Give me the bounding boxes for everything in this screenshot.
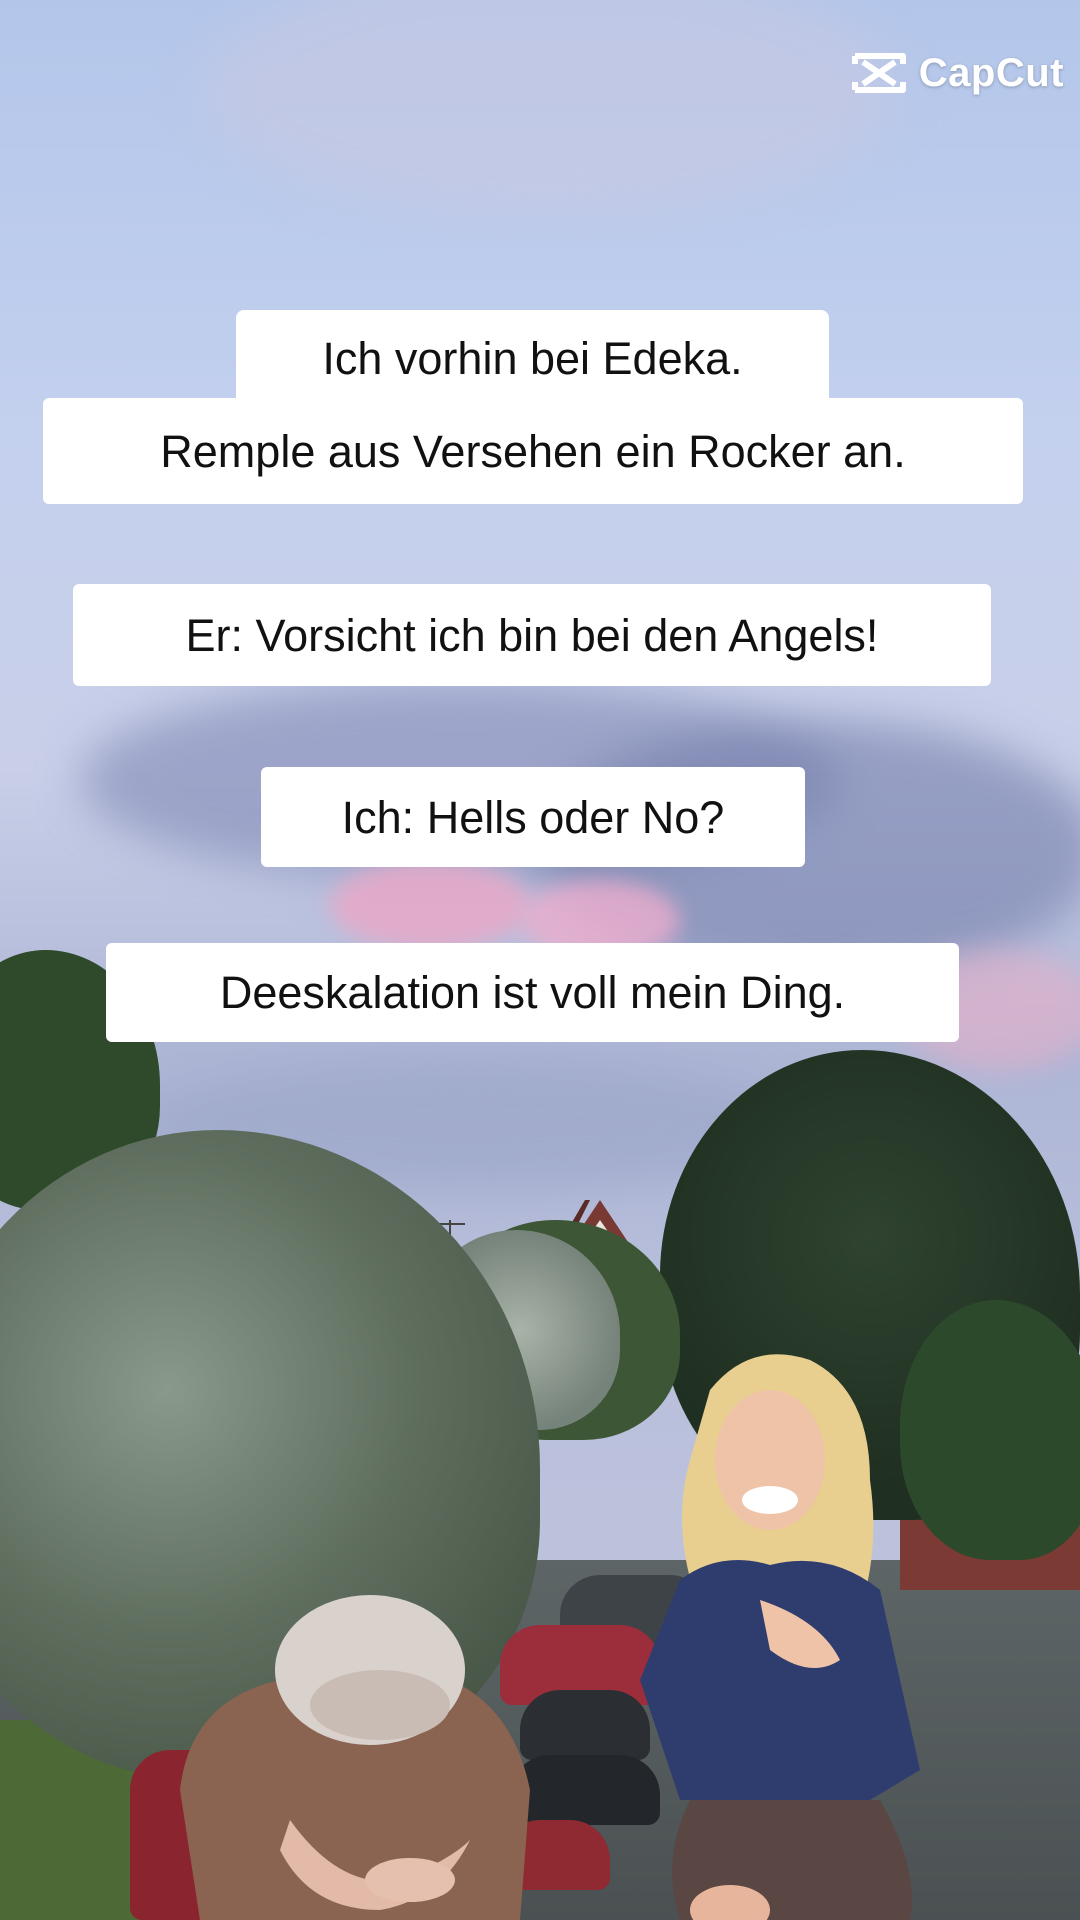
- laughing-man: [180, 1595, 530, 1920]
- caption-line-5: Deeskalation ist voll mein Ding.: [106, 943, 959, 1042]
- laughing-woman: [640, 1354, 920, 1920]
- capcut-logo-icon: [851, 53, 906, 93]
- caption-line-4: Ich: Hells oder No?: [261, 767, 805, 867]
- capcut-watermark: CapCut: [849, 44, 1064, 102]
- caption-line-1: Ich vorhin bei Edeka.: [236, 310, 829, 406]
- caption-line-3: Er: Vorsicht ich bin bei den Angels!: [73, 584, 991, 686]
- caption-line-2: Remple aus Versehen ein Rocker an.: [43, 398, 1023, 504]
- capcut-logo-text: CapCut: [918, 50, 1064, 95]
